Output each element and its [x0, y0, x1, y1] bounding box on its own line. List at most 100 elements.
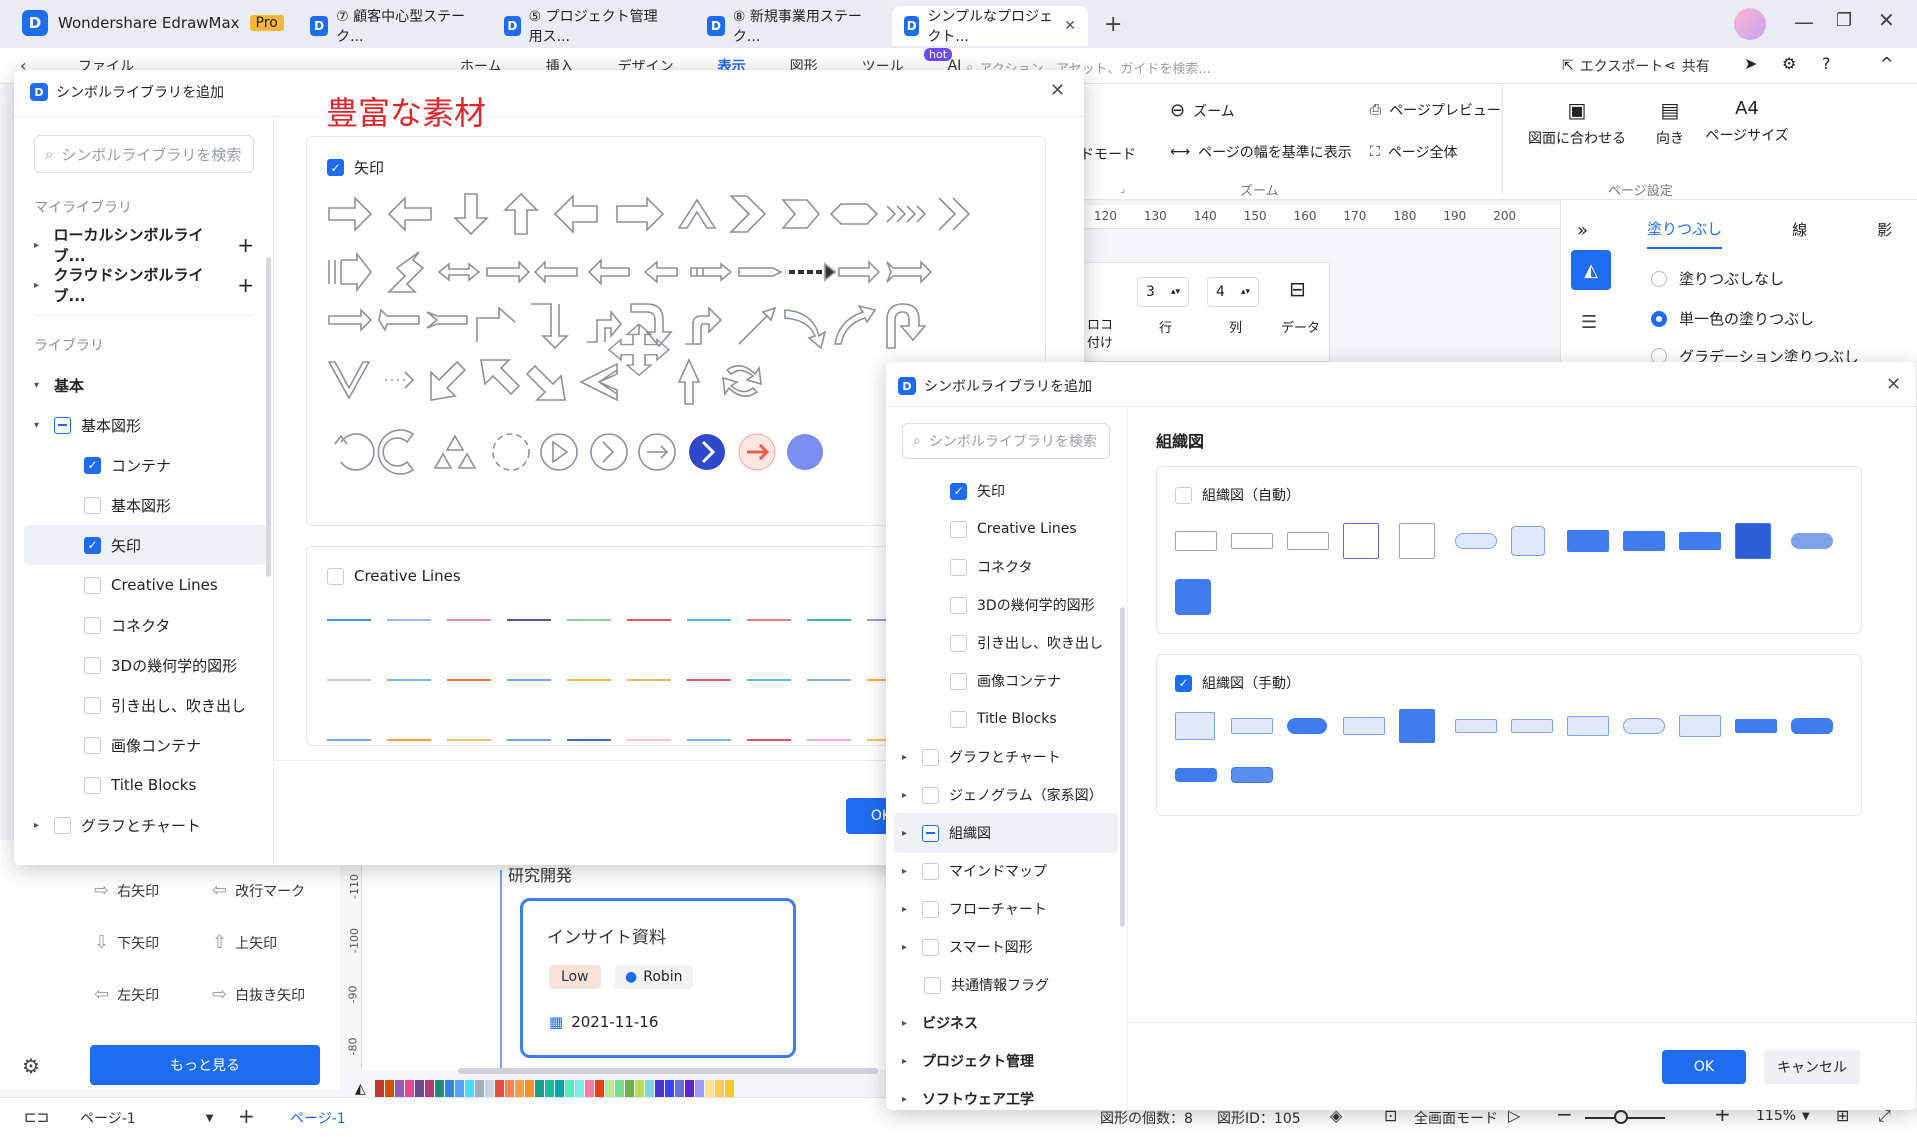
- checkbox[interactable]: [922, 938, 939, 956]
- line-sample[interactable]: [687, 739, 731, 741]
- sidebar-scrollbar[interactable]: [1120, 607, 1125, 927]
- color-swatch[interactable]: [704, 1080, 714, 1098]
- shape-right-arrow[interactable]: ⇨ 右矢印: [94, 880, 159, 901]
- shape-return-mark[interactable]: ⇦ 改行マーク: [212, 880, 305, 901]
- line-sample[interactable]: [747, 619, 791, 621]
- lib2-group-info-flags[interactable]: 共通情報フラグ: [924, 965, 1049, 1005]
- color-swatch[interactable]: [634, 1080, 644, 1098]
- dashed-arrowhead-icon[interactable]: [824, 262, 837, 282]
- dialog2-search-input[interactable]: ⌕ シンボルライブラリを検索: [902, 423, 1110, 459]
- shape-left-arrow[interactable]: ⇦ 左矢印: [94, 984, 159, 1005]
- lib-item-creative-lines[interactable]: Creative Lines: [84, 565, 218, 605]
- multi-chevron-icon[interactable]: [886, 205, 927, 223]
- color-swatch[interactable]: [414, 1080, 424, 1098]
- checkbox-checked[interactable]: ✓: [327, 159, 344, 176]
- dashed-circle-arrow-icon[interactable]: [492, 433, 530, 471]
- checkbox[interactable]: [84, 616, 101, 634]
- curved-up-arrow-icon[interactable]: [685, 306, 723, 345]
- org-shape[interactable]: [1679, 532, 1721, 550]
- mode-label[interactable]: ドモード: [1080, 144, 1136, 164]
- color-swatch[interactable]: [724, 1080, 734, 1098]
- line-sample[interactable]: [567, 739, 611, 741]
- corner-arrow-icon[interactable]: [587, 309, 623, 343]
- zigzag-arrow-icon[interactable]: [387, 251, 425, 293]
- color-swatch[interactable]: [544, 1080, 554, 1098]
- lib2-group-genogram[interactable]: ▸ ジェノグラム（家系図）: [902, 775, 1103, 815]
- org-shape[interactable]: [1287, 718, 1327, 734]
- curved-down-arrow-icon[interactable]: [784, 309, 827, 350]
- line-sample[interactable]: [807, 619, 851, 621]
- fill-option-solid[interactable]: 単一色の塗りつぶし: [1651, 308, 1814, 329]
- color-swatch[interactable]: [714, 1080, 724, 1098]
- orientation-button[interactable]: ▤ 向き: [1656, 98, 1684, 148]
- line-sample[interactable]: [447, 679, 491, 681]
- line-sample[interactable]: [447, 619, 491, 621]
- turn-down-arrow-icon[interactable]: [531, 303, 569, 350]
- line-sample[interactable]: [327, 619, 371, 621]
- checkbox-checked[interactable]: ✓: [950, 482, 967, 500]
- more-button[interactable]: もっと見る: [90, 1045, 320, 1085]
- zoom-button[interactable]: ⊖ ズーム: [1170, 100, 1235, 121]
- lib-item-container[interactable]: ✓ コンテナ: [84, 445, 171, 485]
- checkbox[interactable]: [922, 786, 939, 804]
- lib2-group-charts[interactable]: ▸ グラフとチャート: [902, 737, 1061, 777]
- right-arrow-icon[interactable]: [328, 196, 373, 232]
- chevron-right-icon[interactable]: [729, 195, 767, 233]
- checkbox[interactable]: [950, 558, 967, 576]
- rows-stepper[interactable]: 3 ▴▾: [1137, 277, 1189, 307]
- checkbox[interactable]: [924, 976, 941, 994]
- fill-tool-icon[interactable]: ◭: [1571, 250, 1611, 290]
- checkbox[interactable]: [950, 520, 967, 538]
- checkbox[interactable]: [84, 776, 101, 794]
- section-arrows-header[interactable]: ✓ 矢印: [327, 157, 384, 178]
- lib-item-title-blocks[interactable]: Title Blocks: [84, 765, 196, 805]
- checkbox[interactable]: [922, 748, 939, 766]
- color-swatch[interactable]: [604, 1080, 614, 1098]
- line-sample[interactable]: [627, 739, 671, 741]
- fill-bucket-icon[interactable]: ◭: [355, 1081, 366, 1097]
- lib-item-connector[interactable]: コネクタ: [84, 605, 170, 645]
- org-shape[interactable]: [1791, 718, 1833, 734]
- avatar[interactable]: [1734, 8, 1766, 40]
- line-sample[interactable]: [567, 619, 611, 621]
- task-card[interactable]: インサイト資料 Low ● Robin ▦ 2021-11-16: [520, 898, 796, 1058]
- checkbox[interactable]: [54, 816, 71, 834]
- right-block-arrow-icon[interactable]: [616, 196, 665, 232]
- lib2-item-connector[interactable]: コネクタ: [950, 547, 1032, 587]
- feather-arrow-icon[interactable]: [886, 260, 933, 284]
- org-shape[interactable]: [1175, 579, 1211, 615]
- fit-drawing-button[interactable]: ▣ 図面に合わせる: [1528, 98, 1626, 148]
- left-arrow-icon[interactable]: [378, 308, 420, 332]
- tab-shadow[interactable]: 影: [1877, 219, 1892, 248]
- add-icon[interactable]: +: [237, 273, 254, 297]
- checkbox[interactable]: [84, 736, 101, 754]
- play-circle-icon[interactable]: [540, 433, 578, 471]
- line-sample[interactable]: [747, 739, 791, 741]
- color-swatch[interactable]: [524, 1080, 534, 1098]
- pentagon-arrow-icon[interactable]: [781, 199, 821, 229]
- four-way-arrow-icon[interactable]: [607, 323, 671, 377]
- close-window-icon[interactable]: ✕: [1878, 8, 1895, 32]
- lib-item-basic-shapes[interactable]: 基本図形: [84, 485, 171, 525]
- checkbox-checked[interactable]: ✓: [1175, 674, 1192, 692]
- stepper-arrows-icon[interactable]: ▴▾: [1171, 287, 1180, 297]
- page-format-icon[interactable]: ☰: [1581, 312, 1597, 333]
- color-swatch[interactable]: [404, 1080, 414, 1098]
- share-button[interactable]: ⋖ 共有: [1664, 56, 1710, 76]
- page-preview-button[interactable]: ⎙ ページプレビュー: [1370, 100, 1501, 120]
- org-shape[interactable]: [1791, 533, 1833, 549]
- left-arrow-icon[interactable]: [587, 258, 630, 286]
- org-shape[interactable]: [1399, 523, 1435, 559]
- basic-row[interactable]: ▾ 基本: [34, 365, 254, 405]
- settings-icon[interactable]: ⚙: [1782, 54, 1796, 73]
- checkbox[interactable]: [84, 496, 101, 514]
- charts-group-row[interactable]: ▸ グラフとチャート: [34, 805, 201, 845]
- tab-close-icon[interactable]: ✕: [1064, 18, 1076, 34]
- color-swatch[interactable]: [464, 1080, 474, 1098]
- checkbox[interactable]: [922, 862, 939, 880]
- chevron-up-icon[interactable]: [677, 198, 717, 229]
- tab-doc-4-active[interactable]: D シンプルなプロジェクト... ✕: [892, 6, 1088, 46]
- chevron-circle-icon[interactable]: [590, 433, 628, 471]
- org-shape[interactable]: [1343, 717, 1385, 735]
- double-left-arrow-icon[interactable]: [579, 362, 618, 402]
